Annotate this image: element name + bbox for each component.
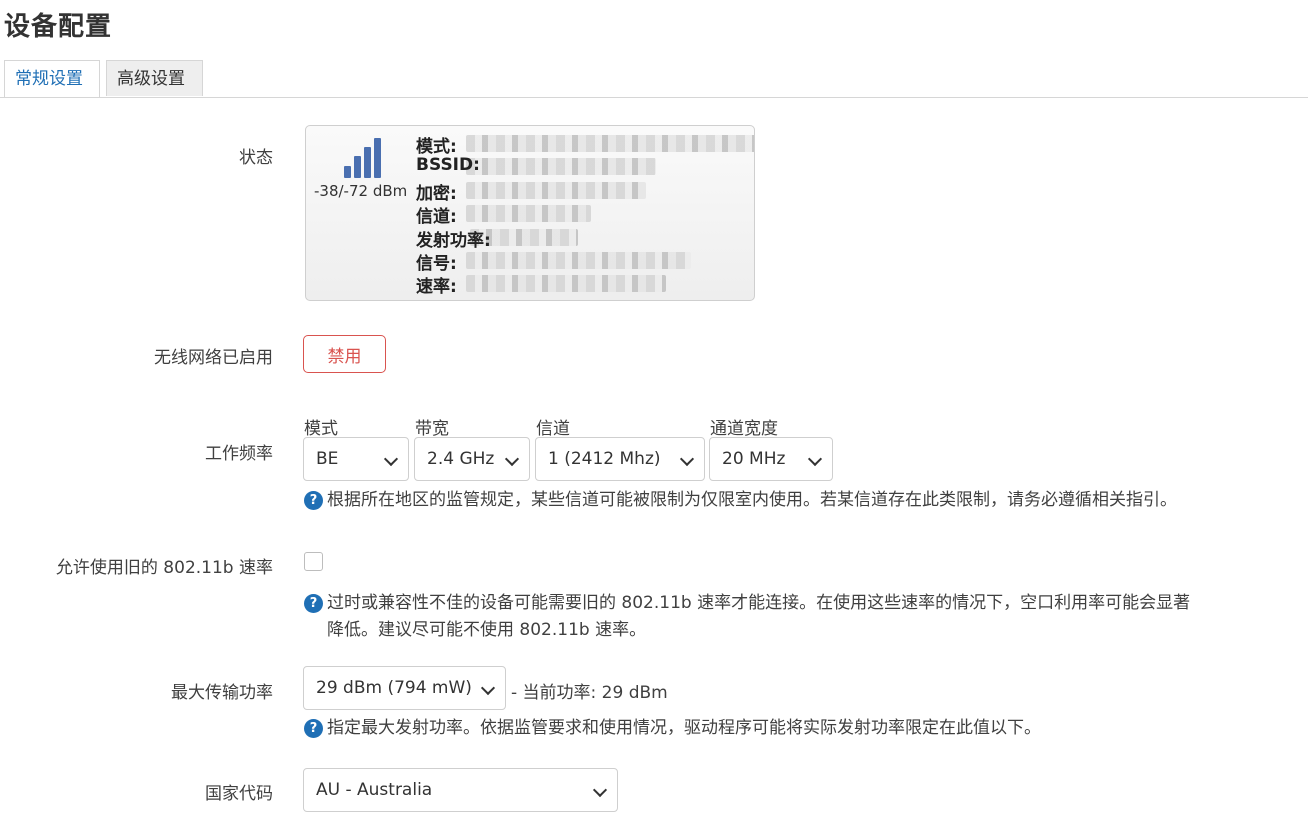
page-title: 设备配置 — [4, 12, 113, 42]
channel-label: 信道 — [536, 419, 570, 439]
signal-strength-text: -38/-72 dBm — [314, 182, 408, 200]
band-select-value: 2.4 GHz — [427, 449, 495, 469]
legacy-rates-checkbox[interactable] — [304, 552, 323, 571]
status-field-txpower: 发射功率: — [416, 230, 491, 251]
width-select-value: 20 MHz — [722, 449, 786, 469]
wireless-enabled-label: 无线网络已启用 — [154, 348, 273, 368]
help-icon: ? — [304, 491, 323, 510]
channel-select-value: 1 (2412 Mhz) — [548, 449, 661, 469]
chevron-down-icon — [480, 680, 496, 696]
mode-select-value: BE — [316, 449, 339, 469]
status-field-channel: 信道: — [416, 207, 457, 228]
country-code-value: AU - Australia — [316, 780, 433, 800]
txpower-help: ? 指定最大发射功率。依据监管要求和使用情况，驱动程序可能将实际发射功率限定在此值… — [304, 715, 1308, 742]
mode-select[interactable]: BE — [303, 437, 409, 481]
country-code-select[interactable]: AU - Australia — [303, 768, 618, 812]
frequency-help-text: 根据所在地区的监管规定，某些信道可能被限制为仅限室内使用。若某信道存在此类限制，… — [327, 490, 1177, 510]
chevron-down-icon — [383, 451, 399, 467]
signal-bars-icon — [344, 138, 382, 178]
disable-button[interactable]: 禁用 — [303, 335, 386, 373]
status-field-signal: 信号: — [416, 253, 457, 274]
legacy-help-line1: 过时或兼容性不佳的设备可能需要旧的 802.11b 速率才能连接。在使用这些速率… — [327, 593, 1191, 613]
frequency-help: ? 根据所在地区的监管规定，某些信道可能被限制为仅限室内使用。若某信道存在此类限制… — [304, 487, 1308, 514]
current-power-text: - 当前功率: 29 dBm — [511, 683, 668, 703]
status-panel: -38/-72 dBm 模式: BSSID: 加密: 信道: 发射功率: 信号:… — [305, 125, 755, 301]
mode-label: 模式 — [304, 419, 338, 439]
tab-bar: 常规设置 高级设置 — [0, 60, 1308, 98]
status-details: 模式: BSSID: 加密: 信道: 发射功率: 信号: 速率: — [416, 132, 754, 298]
txpower-select[interactable]: 29 dBm (794 mW) — [303, 666, 506, 710]
frequency-label: 工作频率 — [205, 444, 273, 464]
channel-select[interactable]: 1 (2412 Mhz) — [535, 437, 705, 481]
band-select[interactable]: 2.4 GHz — [414, 437, 530, 481]
chevron-down-icon — [807, 451, 823, 467]
chevron-down-icon — [504, 451, 520, 467]
status-field-rate: 速率: — [416, 277, 457, 298]
status-label: 状态 — [239, 148, 273, 168]
tab-advanced[interactable]: 高级设置 — [106, 60, 203, 96]
status-field-mode: 模式: — [416, 137, 457, 157]
band-label: 带宽 — [415, 419, 449, 439]
txpower-help-text: 指定最大发射功率。依据监管要求和使用情况，驱动程序可能将实际发射功率限定在此值以… — [327, 718, 1041, 738]
status-field-bssid: BSSID: — [416, 155, 480, 176]
legacy-rates-label: 允许使用旧的 802.11b 速率 — [55, 558, 273, 578]
tab-general[interactable]: 常规设置 — [4, 60, 100, 97]
txpower-label: 最大传输功率 — [171, 683, 273, 703]
chevron-down-icon — [592, 782, 608, 798]
help-icon: ? — [304, 719, 323, 738]
chevron-down-icon — [679, 451, 695, 467]
width-label: 通道宽度 — [710, 419, 778, 439]
width-select[interactable]: 20 MHz — [709, 437, 833, 481]
legacy-help: ? 过时或兼容性不佳的设备可能需要旧的 802.11b 速率才能连接。在使用这些速… — [304, 590, 1308, 644]
status-field-encryption: 加密: — [416, 183, 457, 204]
help-icon: ? — [304, 594, 323, 613]
country-code-label: 国家代码 — [205, 784, 273, 804]
txpower-select-value: 29 dBm (794 mW) — [316, 678, 472, 698]
legacy-help-line2: 降低。建议尽可能不使用 802.11b 速率。 — [327, 620, 647, 640]
